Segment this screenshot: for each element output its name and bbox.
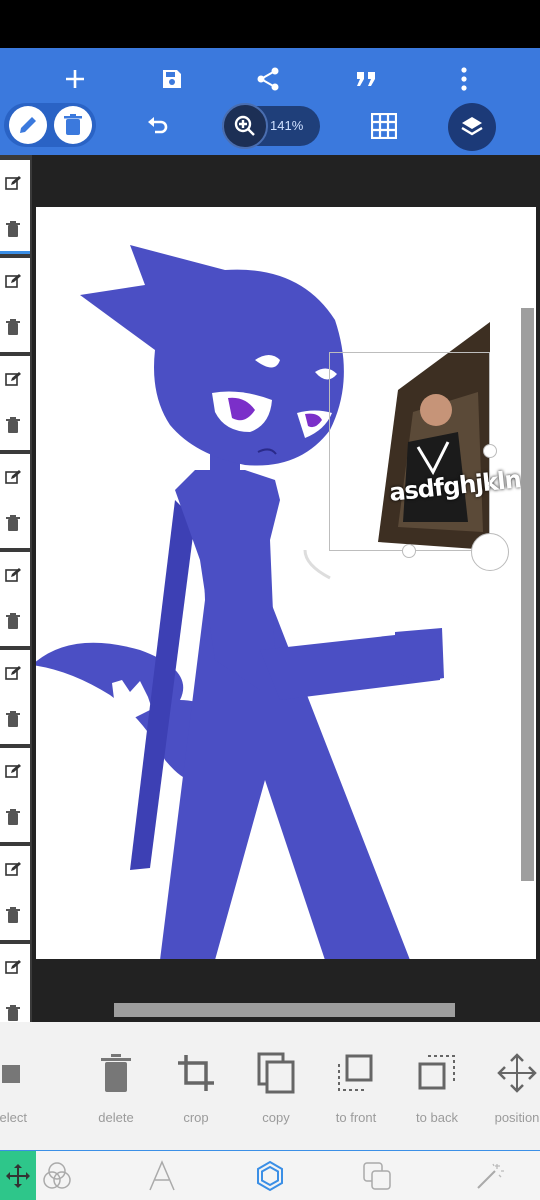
to-back-icon xyxy=(397,1050,477,1096)
horizontal-scrollbar[interactable] xyxy=(114,1003,455,1017)
zoom-in-icon xyxy=(234,115,255,136)
mode-text-button[interactable] xyxy=(137,1151,187,1200)
draw-erase-toggle xyxy=(4,103,96,147)
resize-handle[interactable] xyxy=(483,444,497,458)
share-icon xyxy=(257,67,279,91)
save-icon xyxy=(163,70,181,88)
tool-delete[interactable]: delete xyxy=(76,1050,156,1125)
select-icon xyxy=(0,1050,50,1096)
grid-icon xyxy=(371,113,397,139)
trash-icon xyxy=(64,114,82,135)
scale-handle[interactable] xyxy=(471,533,509,571)
tool-to-front[interactable]: to front xyxy=(316,1050,396,1125)
share-button[interactable] xyxy=(248,62,288,96)
to-front-icon xyxy=(316,1050,396,1096)
trash-icon[interactable] xyxy=(0,608,26,634)
tool-crop[interactable]: crop xyxy=(156,1050,236,1125)
drawing-canvas[interactable] xyxy=(36,207,536,959)
trash-icon[interactable] xyxy=(0,314,26,340)
edit-icon[interactable] xyxy=(0,856,26,882)
save-button[interactable] xyxy=(152,62,192,96)
mode-shape-button[interactable] xyxy=(245,1151,295,1200)
layers-icon xyxy=(461,117,483,136)
edit-icon[interactable] xyxy=(0,660,26,686)
layers-panel xyxy=(0,155,32,1160)
layers-copy-icon xyxy=(363,1162,391,1190)
edit-icon[interactable] xyxy=(0,268,26,294)
tool-label: select xyxy=(0,1110,27,1125)
add-button[interactable] xyxy=(55,62,95,96)
copy-icon xyxy=(236,1050,316,1096)
tool-label: position xyxy=(494,1110,540,1125)
edit-icon[interactable] xyxy=(0,464,26,490)
pencil-icon xyxy=(20,117,36,133)
tool-label: delete xyxy=(98,1110,134,1125)
move-icon xyxy=(6,1164,30,1188)
character-drawing xyxy=(36,245,444,959)
undo-button[interactable] xyxy=(140,110,176,142)
tool-label: copy xyxy=(262,1110,290,1125)
tool-copy[interactable]: copy xyxy=(236,1050,316,1125)
blend-icon xyxy=(43,1162,71,1189)
layer-row[interactable] xyxy=(0,356,30,450)
mode-bar xyxy=(0,1150,540,1200)
tool-position[interactable]: position xyxy=(477,1050,540,1125)
layer-row[interactable] xyxy=(0,258,30,352)
vertical-scrollbar[interactable] xyxy=(521,308,534,881)
trash-icon xyxy=(76,1050,156,1096)
hexagon-icon xyxy=(257,1160,283,1192)
trash-icon[interactable] xyxy=(0,412,26,438)
zoom-level: 141% xyxy=(270,118,304,133)
trash-icon[interactable] xyxy=(0,804,26,830)
crop-icon xyxy=(156,1050,236,1096)
quote-button[interactable] xyxy=(346,62,386,96)
tool-select[interactable]: select xyxy=(0,1050,50,1125)
layer-row[interactable] xyxy=(0,846,30,940)
layer-row[interactable] xyxy=(0,650,30,744)
layers-button[interactable] xyxy=(448,103,496,151)
resize-handle[interactable] xyxy=(402,544,416,558)
more-vertical-icon xyxy=(461,67,467,91)
pencil-button[interactable] xyxy=(9,106,47,144)
mode-magic-button[interactable] xyxy=(465,1151,515,1200)
trash-icon[interactable] xyxy=(0,706,26,732)
tool-to-back[interactable]: to back xyxy=(397,1050,477,1125)
zoom-button[interactable] xyxy=(222,103,268,149)
selection-box[interactable] xyxy=(329,352,490,551)
edit-icon[interactable] xyxy=(0,366,26,392)
edit-icon[interactable] xyxy=(0,954,26,980)
plus-icon xyxy=(66,70,84,88)
trash-icon[interactable] xyxy=(0,216,26,242)
tool-label: to front xyxy=(335,1110,377,1125)
layer-row[interactable] xyxy=(0,748,30,842)
trash-icon[interactable] xyxy=(0,510,26,536)
layer-row[interactable] xyxy=(0,454,30,548)
top-toolbar: 141% xyxy=(0,48,540,155)
edit-icon[interactable] xyxy=(0,562,26,588)
tool-label: to back xyxy=(416,1110,458,1125)
mode-layers-button[interactable] xyxy=(352,1151,402,1200)
trash-icon[interactable] xyxy=(0,902,26,928)
tool-label: crop xyxy=(183,1110,209,1125)
active-layer-indicator xyxy=(0,251,30,254)
move-icon xyxy=(477,1050,540,1096)
grid-button[interactable] xyxy=(366,110,402,142)
edit-icon[interactable] xyxy=(0,170,26,196)
mode-move-button[interactable] xyxy=(0,1151,36,1200)
undo-icon xyxy=(148,117,168,134)
magic-wand-icon xyxy=(477,1163,504,1189)
edit-icon[interactable] xyxy=(0,758,26,784)
text-icon xyxy=(149,1160,175,1191)
layer-row[interactable] xyxy=(0,160,30,254)
trash-button[interactable] xyxy=(54,106,92,144)
status-bar xyxy=(0,0,540,48)
more-button[interactable] xyxy=(444,62,484,96)
mode-blend-button[interactable] xyxy=(32,1151,82,1200)
layer-row[interactable] xyxy=(0,552,30,646)
quote-icon xyxy=(357,72,375,86)
